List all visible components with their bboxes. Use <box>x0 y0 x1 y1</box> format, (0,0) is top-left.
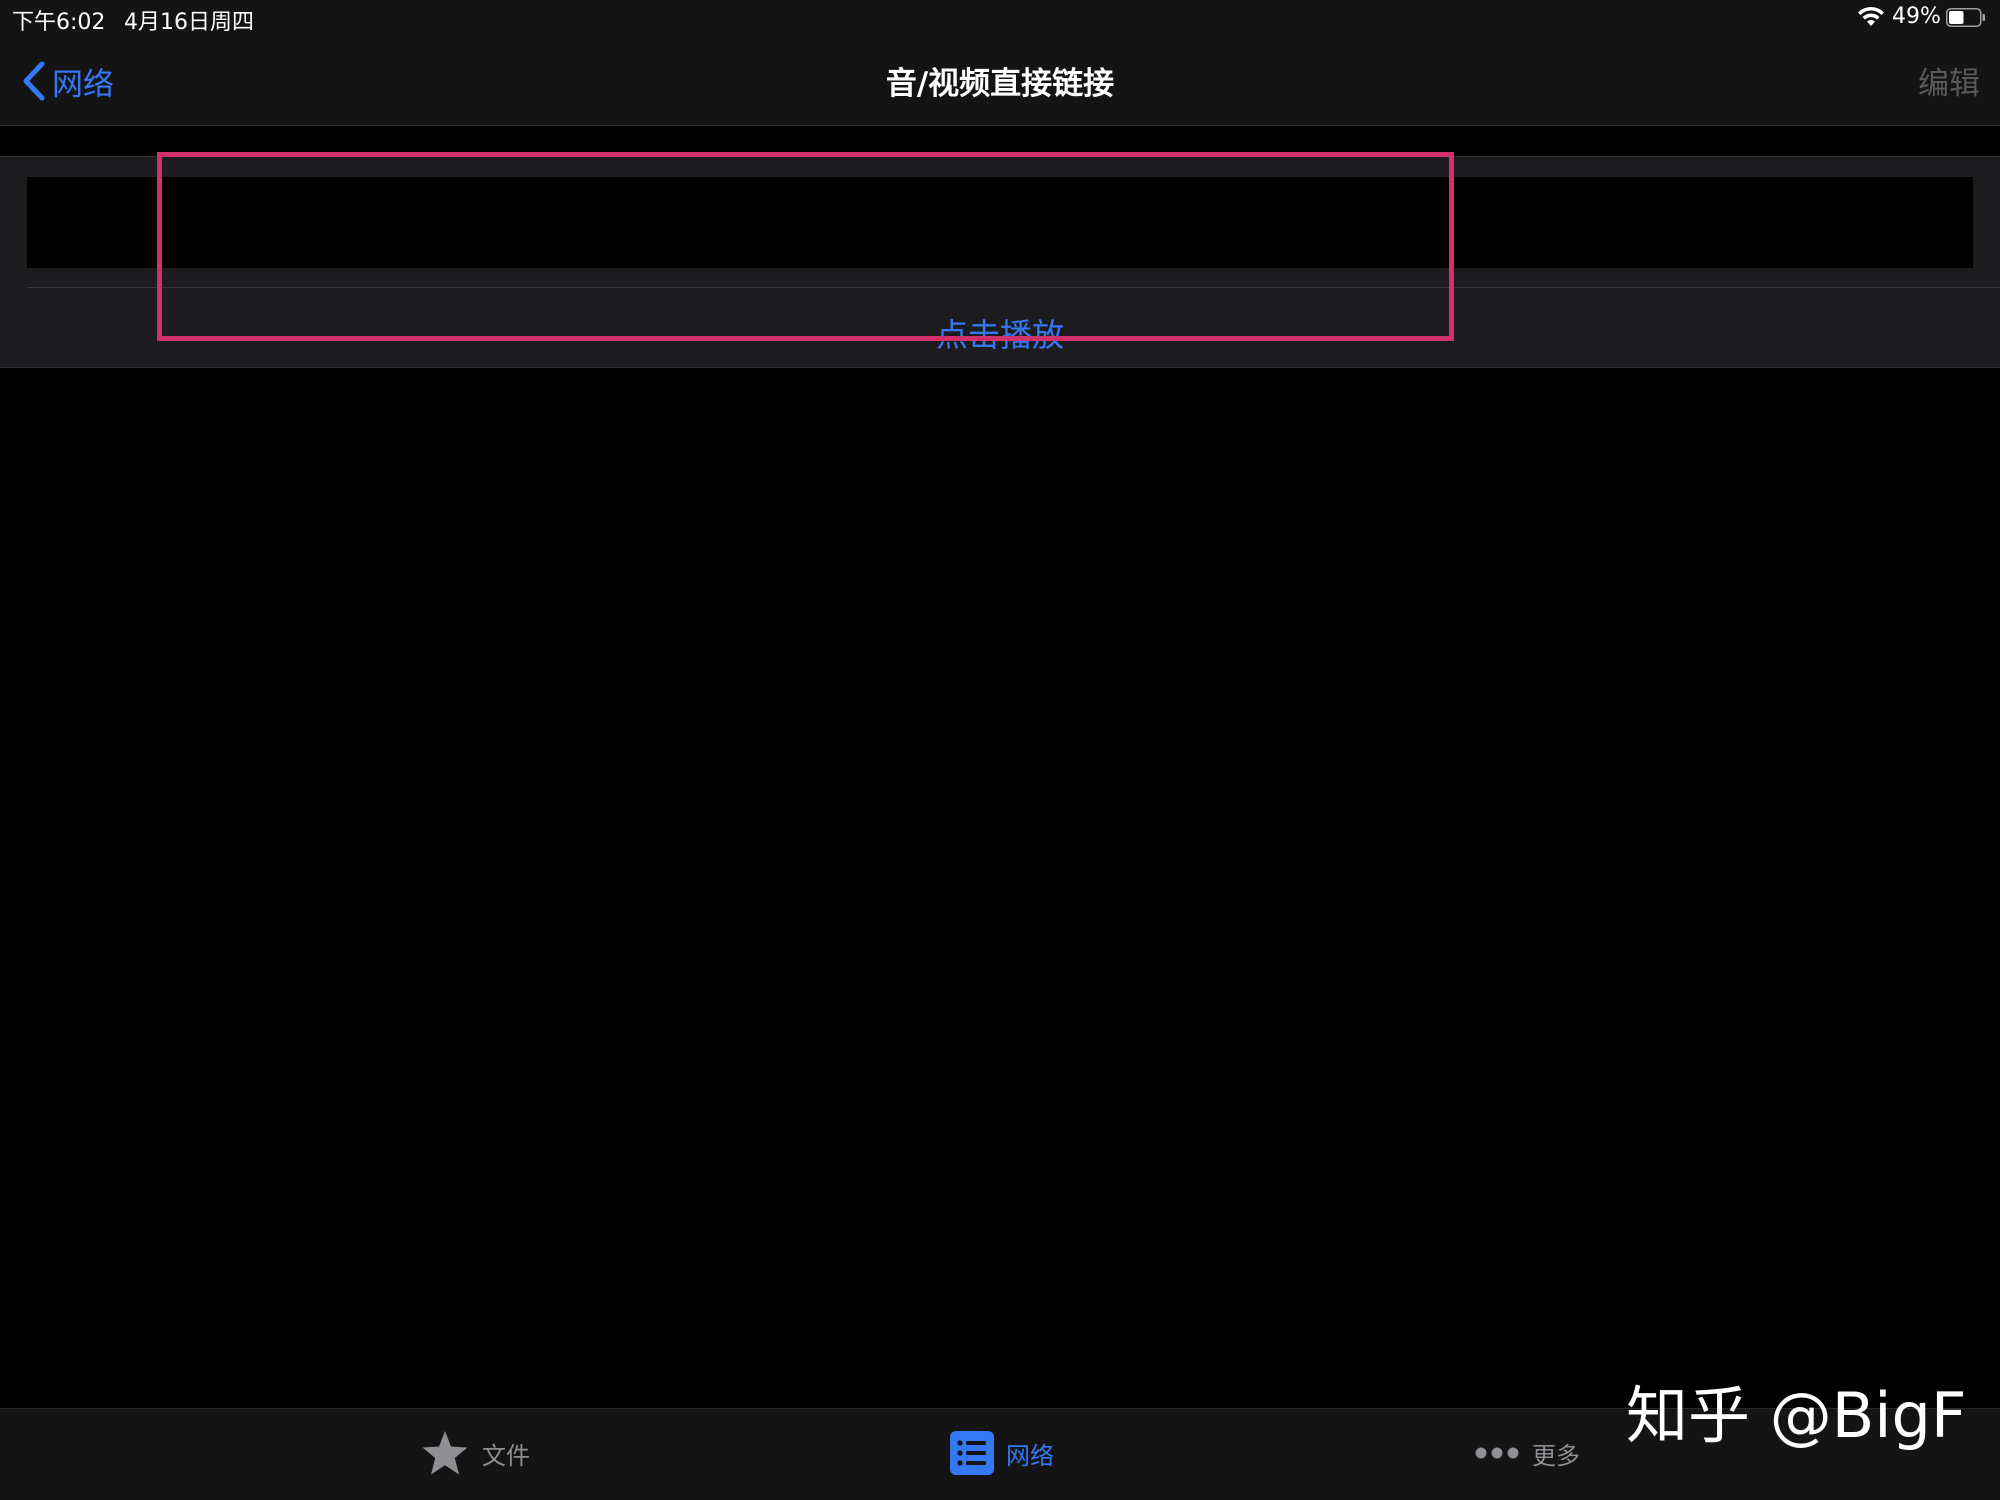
back-label: 网络 <box>52 66 114 103</box>
watermark: 知乎 @BigF <box>1626 1379 1967 1452</box>
edit-button[interactable]: 编辑 <box>1880 58 1980 103</box>
star-icon <box>422 1431 468 1475</box>
tab-files[interactable]: 文件 <box>420 1428 530 1478</box>
tab-more[interactable]: 更多 <box>1474 1428 1580 1478</box>
tab-label: 文件 <box>482 1441 530 1470</box>
status-date: 4月16日周四 <box>124 10 254 35</box>
battery-percentage: 49% <box>1892 4 1941 29</box>
list-icon <box>950 1431 994 1475</box>
chevron-left-icon <box>23 61 45 101</box>
annotation-highlight-box <box>157 152 1454 341</box>
battery-icon <box>1946 8 1985 27</box>
back-button[interactable]: 网络 <box>20 58 114 104</box>
wifi-icon <box>1858 6 1884 26</box>
tab-label: 网络 <box>1006 1441 1054 1470</box>
tab-network[interactable]: 网络 <box>950 1428 1054 1478</box>
ellipsis-icon <box>1475 1447 1519 1459</box>
page-title: 音/视频直接链接 <box>885 66 1115 102</box>
status-bar <box>0 0 2000 34</box>
status-time: 下午6:02 <box>12 10 106 35</box>
tab-label: 更多 <box>1532 1441 1580 1470</box>
